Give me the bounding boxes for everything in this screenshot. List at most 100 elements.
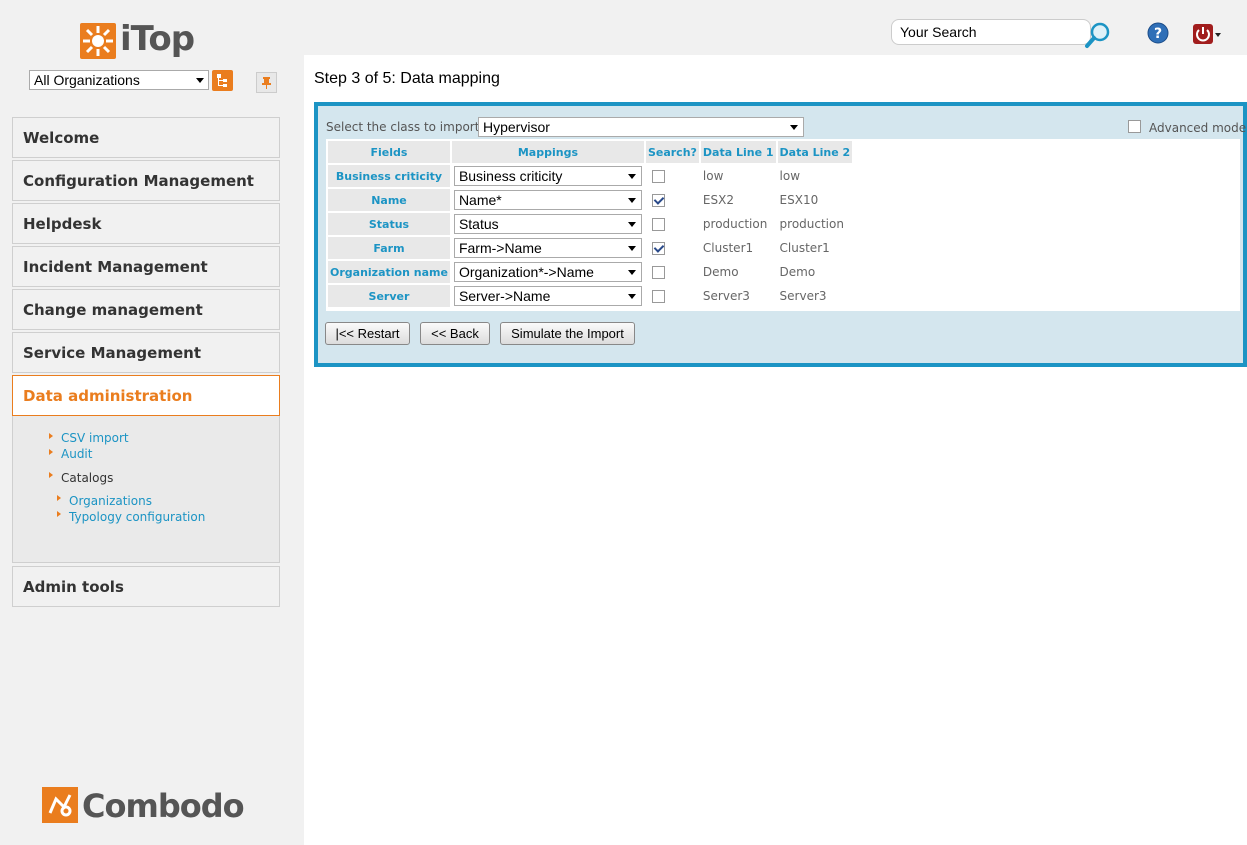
data-line-1-cell: Demo	[702, 265, 739, 279]
field-name: Farm	[328, 237, 450, 259]
page-title: Step 3 of 5: Data mapping	[314, 70, 500, 87]
restart-button[interactable]: |<< Restart	[325, 322, 410, 345]
table-row: Server Server->Name Server3 Server3	[328, 285, 852, 307]
mapping-table-container: Fields Mappings Search? Data Line 1 Data…	[326, 139, 1240, 311]
chevron-down-icon	[627, 294, 636, 299]
mapping-select-value: Business criticity	[458, 168, 563, 184]
data-administration-submenu: CSV import Audit Catalogs Organizations …	[12, 416, 280, 563]
chevron-down-icon	[790, 125, 798, 130]
menu-admin-tools-label: Admin tools	[23, 578, 124, 596]
menu-welcome[interactable]: Welcome	[12, 117, 280, 158]
combodo-logo-icon	[42, 787, 78, 823]
mapping-cell: Server->Name	[452, 285, 644, 307]
search-input[interactable]: Your Search	[891, 19, 1091, 45]
data-line-2-cell: ESX10	[779, 193, 819, 207]
field-name: Server	[328, 285, 450, 307]
class-select[interactable]: Hypervisor	[478, 117, 804, 137]
submenu-organizations[interactable]: Organizations	[69, 494, 152, 508]
search-checkbox[interactable]	[651, 266, 665, 279]
pin-icon[interactable]	[256, 72, 277, 93]
menu-service-management[interactable]: Service Management	[12, 332, 280, 373]
submenu-typology-configuration[interactable]: Typology configuration	[69, 510, 205, 524]
search-checkbox[interactable]	[651, 290, 665, 303]
mapping-select-value: Status	[458, 216, 499, 232]
class-select-value: Hypervisor	[483, 119, 550, 135]
submenu-catalogs: Catalogs	[61, 471, 114, 485]
bullet-icon	[57, 511, 61, 517]
table-header-row: Fields Mappings Search? Data Line 1 Data…	[328, 141, 853, 163]
table-row: Organization name Organization*->Name De…	[328, 261, 852, 283]
search-cell	[646, 213, 699, 235]
chevron-down-icon	[627, 270, 636, 275]
search-checkbox[interactable]	[651, 170, 665, 183]
mapping-select[interactable]: Status	[453, 214, 642, 234]
table-row: Farm Farm->Name Cluster1 Cluster1	[328, 237, 852, 259]
mapping-table: Fields Mappings Search? Data Line 1 Data…	[326, 139, 854, 309]
org-tree-icon[interactable]	[212, 70, 233, 91]
search-cell	[646, 165, 699, 187]
bullet-icon	[49, 449, 53, 455]
search-cell	[646, 261, 699, 283]
data-line-2-cell: low	[779, 169, 801, 183]
chevron-down-icon	[196, 78, 204, 83]
field-name: Organization name	[328, 261, 450, 283]
data-line-2-cell: Cluster1	[779, 241, 830, 255]
chevron-down-icon	[627, 246, 636, 251]
simulate-import-button[interactable]: Simulate the Import	[500, 322, 635, 345]
data-line-2-cell: Demo	[779, 265, 816, 279]
data-line-1-cell: Cluster1	[702, 241, 754, 255]
search-cell	[646, 189, 699, 211]
mapping-select[interactable]: Farm->Name	[453, 238, 642, 258]
submenu-csv-import[interactable]: CSV import	[61, 431, 129, 445]
itop-logo-text: iTop	[120, 19, 195, 59]
menu-admin-tools[interactable]: Admin tools	[12, 566, 280, 607]
chevron-down-icon	[627, 198, 636, 203]
back-button[interactable]: << Back	[420, 322, 490, 345]
field-name: Business criticity	[328, 165, 450, 187]
mapping-select[interactable]: Business criticity	[453, 166, 642, 186]
search-checkbox[interactable]	[651, 218, 665, 231]
search-cell	[646, 285, 699, 307]
menu-configuration-management-label: Configuration Management	[23, 172, 254, 190]
combodo-logo[interactable]: Combodo	[42, 787, 245, 827]
menu-incident-management-label: Incident Management	[23, 258, 208, 276]
menu-incident-management[interactable]: Incident Management	[12, 246, 280, 287]
combodo-logo-text: Combodo	[82, 787, 245, 825]
mapping-select-value: Server->Name	[458, 288, 551, 304]
data-line-1-cell: ESX2	[702, 193, 734, 207]
search-cell	[646, 237, 699, 259]
menu-welcome-label: Welcome	[23, 129, 100, 147]
mapping-select-value: Farm->Name	[458, 240, 542, 256]
mapping-select[interactable]: Name*	[453, 190, 642, 210]
menu-helpdesk[interactable]: Helpdesk	[12, 203, 280, 244]
sidebar: iTop All Organizations Welcome Configura…	[0, 0, 304, 845]
mapping-select-value: Organization*->Name	[458, 264, 594, 280]
bullet-icon	[49, 433, 53, 439]
advanced-mode-checkbox[interactable]	[1128, 120, 1141, 133]
data-mapping-panel: Select the class to import: Hypervisor A…	[314, 102, 1247, 367]
submenu-audit[interactable]: Audit	[61, 447, 92, 461]
logoff-icon[interactable]	[1192, 23, 1222, 45]
mapping-select[interactable]: Organization*->Name	[453, 262, 642, 282]
column-header-data-line-2: Data Line 2	[777, 141, 853, 163]
search-checkbox[interactable]	[651, 194, 665, 207]
menu-data-administration[interactable]: Data administration	[12, 375, 280, 416]
field-name: Name	[328, 189, 450, 211]
svg-text:?: ?	[1154, 26, 1162, 42]
search-checkbox[interactable]	[651, 242, 665, 255]
search-icon[interactable]	[1084, 21, 1112, 49]
menu-data-administration-label: Data administration	[23, 387, 193, 405]
menu-configuration-management[interactable]: Configuration Management	[12, 160, 280, 201]
chevron-down-icon	[627, 174, 636, 179]
mapping-cell: Organization*->Name	[452, 261, 644, 283]
class-select-label: Select the class to import:	[326, 120, 484, 134]
search-placeholder: Your Search	[900, 24, 977, 40]
itop-logo[interactable]: iTop	[80, 19, 200, 63]
mapping-cell: Business criticity	[452, 165, 644, 187]
mapping-cell: Farm->Name	[452, 237, 644, 259]
menu-change-management[interactable]: Change management	[12, 289, 280, 330]
mapping-select[interactable]: Server->Name	[453, 286, 642, 306]
organization-select[interactable]: All Organizations	[29, 70, 209, 90]
table-row: Name Name* ESX2 ESX10	[328, 189, 852, 211]
help-icon[interactable]: ?	[1147, 22, 1169, 44]
